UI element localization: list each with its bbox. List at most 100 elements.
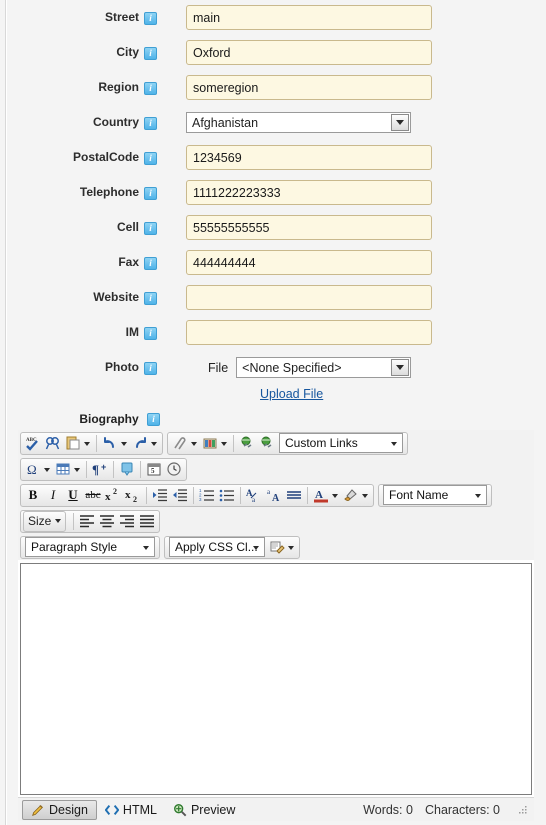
align-left-icon[interactable]: [77, 511, 97, 531]
find-replace-icon[interactable]: [43, 433, 63, 453]
chevron-down-icon[interactable]: [121, 442, 127, 446]
toolbar-item: [117, 511, 137, 531]
subscript-button[interactable]: x2: [123, 485, 143, 505]
info-icon[interactable]: i: [144, 11, 157, 25]
region-input[interactable]: [186, 75, 432, 100]
toolbar-group: Size: [20, 509, 161, 533]
city-input[interactable]: [186, 40, 432, 65]
fax-input[interactable]: [186, 250, 432, 275]
info-icon[interactable]: i: [144, 81, 157, 95]
paste-icon[interactable]: [63, 433, 83, 453]
website-input[interactable]: [186, 285, 432, 310]
field-label-city: City i: [0, 45, 160, 60]
format-stripper-icon[interactable]: aA: [264, 485, 284, 505]
toolbar-item: [164, 459, 184, 479]
apply-css-class-dropdown[interactable]: Apply CSS Cl...: [169, 537, 265, 557]
insert-table-icon[interactable]: [53, 459, 73, 479]
remove-hyperlink-icon[interactable]: [257, 433, 277, 453]
country-select[interactable]: Afghanistan: [186, 112, 411, 133]
chevron-down-icon[interactable]: [151, 442, 157, 446]
align-justify-icon[interactable]: [137, 511, 157, 531]
align-center-icon[interactable]: [97, 511, 117, 531]
superscript-button[interactable]: x2: [103, 485, 123, 505]
chevron-down-icon[interactable]: [84, 442, 90, 446]
chevron-down-icon[interactable]: [191, 442, 197, 446]
photo-file-select[interactable]: <None Specified>: [236, 357, 412, 378]
im-input[interactable]: [186, 320, 432, 345]
special-character-icon[interactable]: Ω: [23, 459, 43, 479]
toolbar-item: Ω: [23, 459, 53, 479]
chevron-down-icon[interactable]: [221, 442, 227, 446]
toolbar-group: ABC: [20, 431, 163, 455]
info-icon[interactable]: i: [144, 46, 157, 60]
selected-value: <None Specified>: [242, 360, 342, 375]
insert-date-icon[interactable]: 5: [144, 459, 164, 479]
toolbar-item: [53, 459, 83, 479]
field-control-wrap: [160, 145, 546, 170]
toolbar-row-1: ABC Custom Links: [18, 430, 534, 456]
chevron-down-icon[interactable]: [332, 494, 338, 498]
font-name-dropdown[interactable]: Font Name: [383, 485, 487, 505]
street-input[interactable]: [186, 5, 432, 30]
highlight-color-icon[interactable]: [341, 485, 361, 505]
underline-button[interactable]: U: [63, 485, 83, 505]
font-color-icon[interactable]: A: [311, 485, 331, 505]
info-icon[interactable]: i: [144, 291, 157, 305]
info-icon[interactable]: i: [144, 221, 157, 235]
chevron-down-icon[interactable]: [362, 494, 368, 498]
unordered-list-icon[interactable]: [217, 485, 237, 505]
paragraph-style-dropdown[interactable]: Paragraph Style: [25, 537, 155, 557]
insert-time-icon[interactable]: [164, 459, 184, 479]
info-icon[interactable]: i: [144, 186, 157, 200]
info-icon[interactable]: i: [147, 413, 160, 427]
telephone-input[interactable]: [186, 180, 432, 205]
chevron-down-icon[interactable]: [391, 114, 409, 131]
paragraph-insert-icon[interactable]: ¶ +: [90, 459, 110, 479]
bold-button[interactable]: B: [23, 485, 43, 505]
toolbar-separator: [193, 486, 194, 504]
ordered-list-icon[interactable]: 123: [197, 485, 217, 505]
align-right-icon[interactable]: [117, 511, 137, 531]
upload-file-row: Upload File: [0, 387, 546, 401]
strikethrough-button[interactable]: abc: [83, 485, 103, 505]
view-tab-html[interactable]: HTML: [97, 800, 165, 820]
postalcode-input[interactable]: [186, 145, 432, 170]
outdent-icon[interactable]: [170, 485, 190, 505]
horizontal-rule-icon[interactable]: [284, 485, 304, 505]
info-icon[interactable]: i: [144, 256, 157, 270]
redo-icon[interactable]: [130, 433, 150, 453]
custom-links-dropdown[interactable]: Custom Links: [279, 433, 403, 453]
upload-file-link[interactable]: Upload File: [260, 387, 323, 401]
toolbar-group: Custom Links: [167, 431, 408, 455]
insert-snippet-icon[interactable]: [117, 459, 137, 479]
field-label-text: Cell: [116, 220, 139, 235]
chevron-down-icon[interactable]: [44, 468, 50, 472]
info-icon[interactable]: i: [144, 151, 157, 165]
font-size-button[interactable]: Size: [23, 510, 67, 532]
remove-formatting-icon[interactable]: Aa: [244, 485, 264, 505]
button-label: Size: [28, 514, 52, 528]
field-label-text: Fax: [118, 255, 139, 270]
field-control-wrap: Afghanistan: [160, 112, 546, 133]
info-icon[interactable]: i: [144, 361, 157, 375]
info-icon[interactable]: i: [144, 116, 157, 130]
hyperlink-icon[interactable]: [237, 433, 257, 453]
chevron-down-icon[interactable]: [74, 468, 80, 472]
chevron-down-icon[interactable]: [391, 359, 410, 376]
info-icon[interactable]: i: [144, 326, 157, 340]
spellcheck-icon[interactable]: ABC: [23, 433, 43, 453]
toolbar-item: B: [23, 485, 43, 505]
insert-image-icon[interactable]: [200, 433, 220, 453]
resize-grip-icon[interactable]: [518, 805, 528, 815]
cell-input[interactable]: [186, 215, 432, 240]
view-tab-design[interactable]: Design: [22, 799, 97, 820]
chevron-down-icon[interactable]: [288, 546, 294, 550]
view-tab-preview[interactable]: Preview: [165, 800, 243, 820]
indent-icon[interactable]: [150, 485, 170, 505]
editor-content-area[interactable]: [20, 563, 532, 795]
format-painter-icon[interactable]: [267, 537, 287, 557]
insert-link-icon[interactable]: [170, 433, 190, 453]
field-label-text: Website: [93, 290, 139, 305]
undo-icon[interactable]: [100, 433, 120, 453]
italic-button[interactable]: I: [43, 485, 63, 505]
